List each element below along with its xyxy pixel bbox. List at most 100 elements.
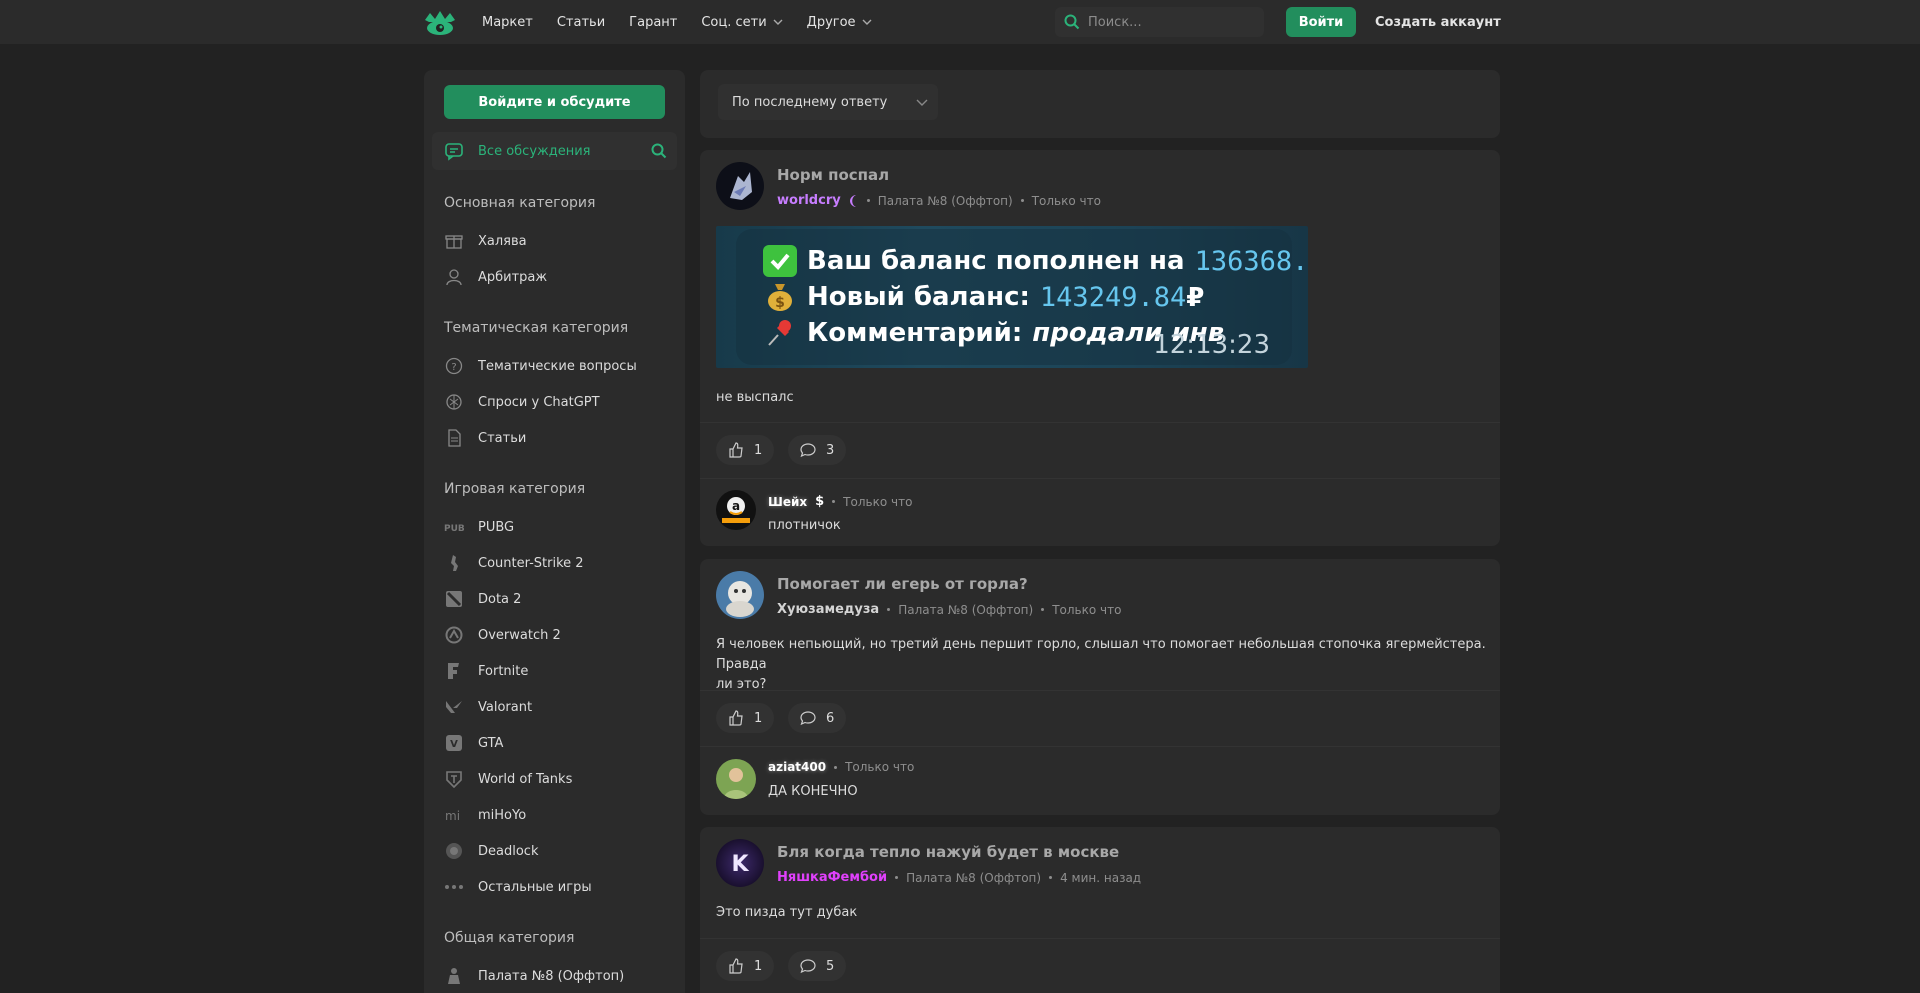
- comments-button[interactable]: 3: [788, 435, 847, 465]
- sidebar-item-thematic-questions[interactable]: ? Тематические вопросы: [444, 352, 637, 380]
- comment-author[interactable]: aziat400: [768, 760, 826, 774]
- login-button[interactable]: Войти: [1286, 7, 1356, 37]
- separator-dot: [1049, 876, 1053, 879]
- avatar[interactable]: K: [716, 839, 764, 887]
- sidebar-item-overwatch2[interactable]: Overwatch 2: [444, 621, 561, 649]
- thread-category[interactable]: Палата №8 (Оффтоп): [906, 871, 1041, 885]
- gta-icon: V: [444, 733, 464, 753]
- sidebar-item-arbitrage[interactable]: Арбитраж: [444, 263, 547, 291]
- sidebar-item-label: Спроси у ChatGPT: [478, 394, 600, 410]
- like-button[interactable]: 1: [716, 951, 775, 981]
- sort-dropdown[interactable]: По последнему ответу: [718, 84, 938, 120]
- category-title-games: Игровая категория: [444, 481, 586, 497]
- sidebar-item-fortnite[interactable]: Fortnite: [444, 657, 528, 685]
- thread-body: не выспалс: [716, 390, 794, 405]
- gift-icon: [444, 231, 464, 251]
- category-title-thematic: Тематическая категория: [444, 320, 629, 336]
- sidebar-item-mihoyo[interactable]: mi miHoYo: [444, 801, 526, 829]
- thread-body-line: ли это?: [716, 677, 767, 692]
- avatar[interactable]: [716, 571, 764, 619]
- nav-other[interactable]: Другое: [795, 0, 884, 44]
- thread-card[interactable]: K Бля когда тепло нажуй будет в москве Н…: [700, 827, 1500, 993]
- thread-body: Это пизда тут дубак: [716, 905, 858, 920]
- cs2-icon: [444, 553, 464, 573]
- sidebar-item-chatgpt[interactable]: Спроси у ChatGPT: [444, 388, 600, 416]
- balance-line-2: $ Новый баланс: 143249.84₽: [763, 281, 1204, 313]
- nav-market-label: Маркет: [482, 14, 533, 30]
- dota-icon: [444, 589, 464, 609]
- category-title-general: Общая категория: [444, 930, 575, 946]
- svg-text:?: ?: [451, 362, 456, 373]
- logo-icon[interactable]: [423, 8, 457, 38]
- currency-symbol: ₽: [1186, 282, 1205, 313]
- author-name[interactable]: Хуюзамедуза: [777, 602, 879, 617]
- author-name[interactable]: НяшкаФембой: [777, 870, 887, 885]
- comment-author[interactable]: Шейх: [768, 495, 807, 509]
- thread-category[interactable]: Палата №8 (Оффтоп): [898, 603, 1033, 617]
- avatar[interactable]: [716, 162, 764, 210]
- sidebar-item-gta[interactable]: V GTA: [444, 729, 503, 757]
- comment-bubble-icon: [800, 711, 816, 726]
- sidebar-item-deadlock[interactable]: Deadlock: [444, 837, 538, 865]
- thread-title[interactable]: Помогает ли егерь от горла?: [777, 575, 1028, 593]
- wot-icon: [444, 769, 464, 789]
- sidebar-item-cs2[interactable]: Counter-Strike 2: [444, 549, 584, 577]
- sidebar-item-label: PUBG: [478, 519, 515, 535]
- like-button[interactable]: 1: [716, 435, 775, 465]
- search-icon[interactable]: [651, 143, 667, 159]
- offtop-icon: [444, 966, 464, 986]
- sidebar-item-all-discussions[interactable]: Все обсуждения: [432, 132, 677, 170]
- sidebar-item-freebies[interactable]: Халява: [444, 227, 527, 255]
- create-account-link[interactable]: Создать аккаунт: [1375, 0, 1501, 44]
- login-and-discuss-button[interactable]: Войдите и обсудите: [444, 85, 665, 119]
- sidebar-item-label: GTA: [478, 735, 504, 751]
- nav-guarantor[interactable]: Гарант: [617, 0, 689, 44]
- category-title-main: Основная категория: [444, 195, 596, 211]
- search-box[interactable]: [1055, 7, 1264, 37]
- sidebar-item-dota2[interactable]: Dota 2: [444, 585, 521, 613]
- thumbs-up-icon: [729, 710, 743, 726]
- sidebar-item-other-games[interactable]: Остальные игры: [444, 873, 592, 901]
- nav-other-label: Другое: [806, 14, 856, 30]
- comment-avatar[interactable]: a: [716, 490, 756, 530]
- like-count: 1: [754, 710, 763, 726]
- like-button[interactable]: 1: [716, 703, 775, 733]
- check-emoji-icon: [763, 245, 797, 277]
- money-bag-emoji-icon: $: [763, 281, 797, 313]
- comment-bubble-icon: [800, 959, 816, 974]
- nav-social-label: Соц. сети: [701, 14, 767, 30]
- separator-dot: [834, 765, 838, 769]
- sidebar-item-offtop[interactable]: Палата №8 (Оффтоп): [444, 962, 624, 990]
- author-name[interactable]: worldcry: [777, 193, 841, 208]
- nav-market[interactable]: Маркет: [482, 0, 545, 44]
- sidebar-item-valorant[interactable]: Valorant: [444, 693, 532, 721]
- balance-deposit-value: 136368.42: [1194, 245, 1308, 277]
- sidebar-item-world-of-tanks[interactable]: World of Tanks: [444, 765, 572, 793]
- sidebar-item-articles[interactable]: Статьи: [444, 424, 526, 452]
- dollar-badge: $: [815, 494, 825, 509]
- thread-card[interactable]: Норм поспал worldcry Палата №8 (Оффтоп) …: [700, 150, 1500, 546]
- thread-title[interactable]: Бля когда тепло нажуй будет в москве: [777, 843, 1119, 861]
- comments-button[interactable]: 5: [788, 951, 847, 981]
- comment-text: ДА КОНЕЧНО: [768, 784, 858, 799]
- comment-avatar[interactable]: [716, 759, 756, 799]
- valorant-icon: [444, 697, 464, 717]
- comments-button[interactable]: 6: [788, 703, 847, 733]
- nav-articles[interactable]: Статьи: [545, 0, 617, 44]
- comment-text: плотничок: [768, 518, 841, 533]
- separator-dot: [866, 199, 870, 202]
- thread-category[interactable]: Палата №8 (Оффтоп): [878, 194, 1013, 208]
- thumbs-up-icon: [729, 442, 743, 458]
- sidebar-item-pubg[interactable]: PUBG PUBG: [444, 513, 514, 541]
- balance-line-1: Ваш баланс пополнен на 136368.42₽: [763, 245, 1308, 277]
- nav-social[interactable]: Соц. сети: [689, 0, 794, 44]
- balance-screenshot-image[interactable]: Ваш баланс пополнен на 136368.42₽ $ Новы…: [716, 226, 1308, 368]
- thread-title[interactable]: Норм поспал: [777, 166, 889, 184]
- search-input[interactable]: [1088, 14, 1248, 30]
- thumbs-up-icon: [729, 958, 743, 974]
- separator-dot: [1020, 199, 1024, 202]
- thread-card[interactable]: Помогает ли егерь от горла? Хуюзамедуза …: [700, 559, 1500, 815]
- like-count: 1: [754, 442, 763, 458]
- separator-dot: [1041, 608, 1045, 611]
- nav-articles-label: Статьи: [556, 14, 606, 30]
